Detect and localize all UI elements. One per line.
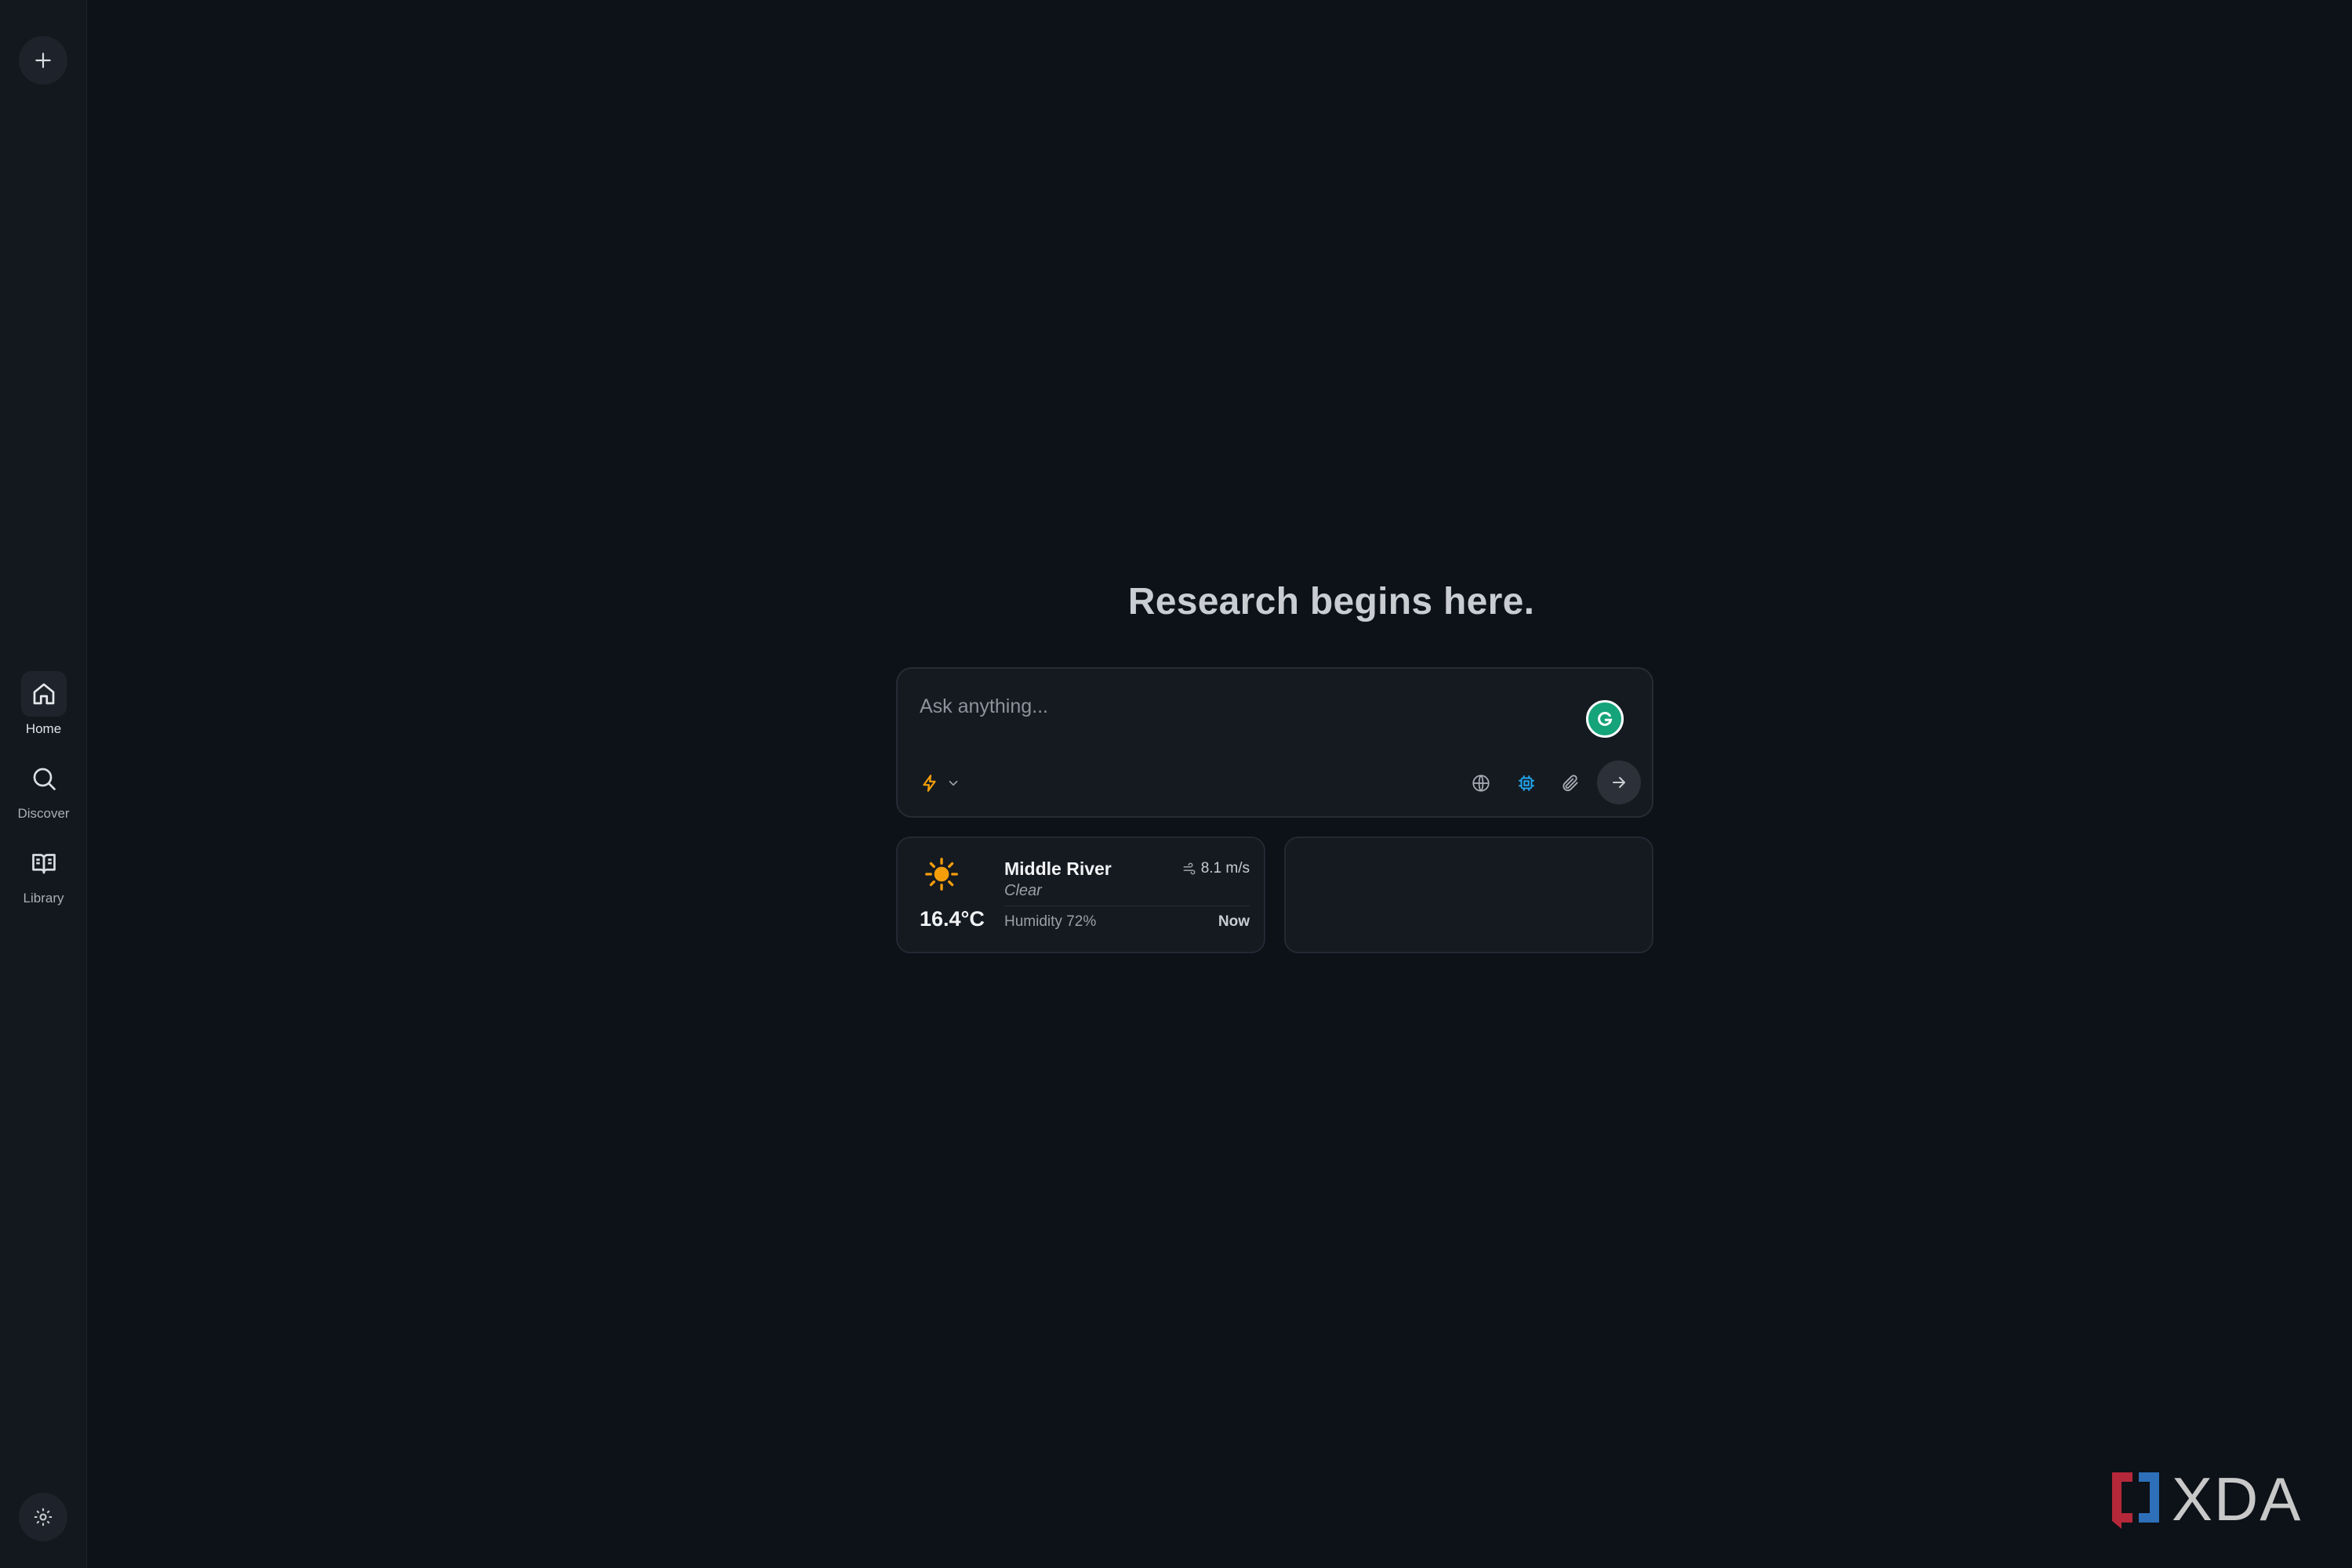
weather-widget[interactable]: 16.4°C Middle River Clear 8.1 m/s Humidi… [896, 837, 1265, 953]
gear-icon [34, 1508, 53, 1526]
widget-placeholder [1284, 837, 1653, 953]
xda-logo-icon [2112, 1472, 2159, 1529]
settings-button[interactable] [19, 1493, 67, 1541]
search-input[interactable] [920, 691, 1594, 722]
plus-icon [35, 53, 51, 68]
xda-watermark: XDA [2107, 1466, 2328, 1532]
search-icon [21, 756, 67, 801]
sidebar-item-library[interactable]: Library [0, 840, 87, 906]
web-search-button[interactable] [1464, 766, 1498, 800]
grammarly-icon[interactable] [1586, 700, 1624, 738]
sidebar: Home Discover Library [0, 0, 87, 1568]
page-title: Research begins here. [1127, 581, 1535, 622]
wind-icon [1183, 862, 1196, 875]
attach-button[interactable] [1553, 766, 1588, 800]
lightning-icon [923, 775, 936, 792]
model-button[interactable] [1509, 766, 1544, 800]
weather-time: Now [1218, 913, 1250, 930]
sidebar-item-label: Library [23, 891, 64, 906]
send-button[interactable] [1597, 760, 1641, 804]
sidebar-item-home[interactable]: Home [0, 671, 87, 737]
xda-wordmark: XDA [2172, 1465, 2303, 1534]
sidebar-item-label: Home [25, 721, 62, 736]
weather-wind-speed: 8.1 m/s [1200, 860, 1250, 877]
book-open-icon [21, 840, 67, 886]
home-icon [20, 671, 67, 717]
sidebar-item-discover[interactable]: Discover [0, 756, 87, 822]
new-chat-button[interactable] [19, 36, 67, 85]
arrow-right-icon [1613, 777, 1625, 788]
chevron-down-icon [949, 780, 958, 786]
weather-temperature: 16.4°C [920, 907, 985, 931]
weather-humidity: Humidity 72% [1004, 913, 1097, 930]
chip-icon [1519, 775, 1534, 791]
sidebar-item-label: Discover [17, 806, 70, 821]
mode-selector[interactable] [920, 769, 960, 797]
globe-icon [1472, 775, 1490, 792]
search-box [896, 667, 1653, 818]
weather-wind: 8.1 m/s [1182, 860, 1250, 877]
sun-icon [925, 858, 958, 891]
weather-condition: Clear [1004, 882, 1042, 899]
app-window: Home Discover Library Research begins he… [0, 0, 2352, 1568]
weather-location: Middle River [1004, 858, 1112, 879]
paperclip-icon [1563, 775, 1578, 792]
